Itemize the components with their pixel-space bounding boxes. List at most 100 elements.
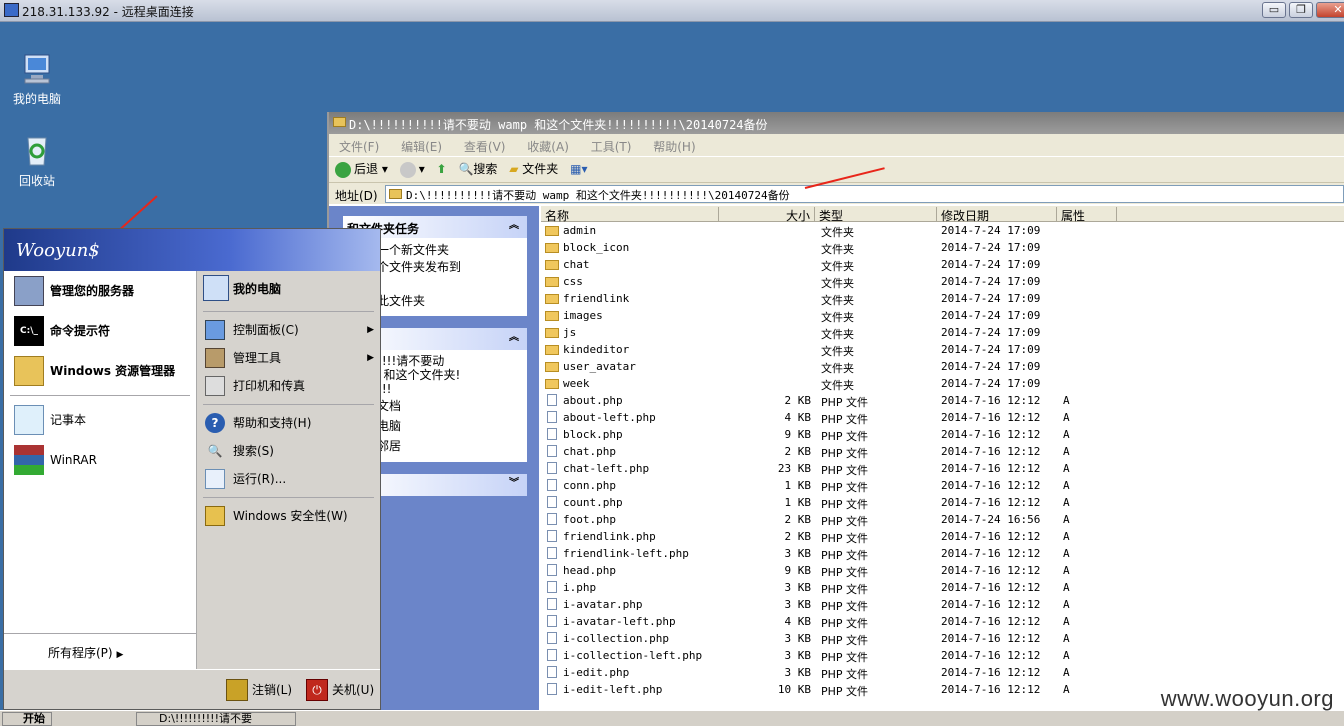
file-date: 2014-7-16 12:12 <box>941 479 1041 492</box>
file-type: PHP 文件 <box>821 549 869 562</box>
menu-tools[interactable]: 工具(T) <box>591 140 632 154</box>
file-row[interactable]: conn.php 1 KB PHP 文件 2014-7-16 12:12 A <box>541 477 1344 494</box>
folder-icon: ▰ <box>509 162 519 176</box>
up-folder-button[interactable]: ⬆ <box>437 160 447 178</box>
column-type[interactable]: 类型 <box>815 207 937 223</box>
file-attributes: A <box>1063 649 1070 662</box>
menu-item-winrar[interactable]: WinRAR <box>4 440 196 480</box>
file-row[interactable]: css 文件夹 2014-7-24 17:09 <box>541 273 1344 290</box>
file-row[interactable]: about.php 2 KB PHP 文件 2014-7-16 12:12 A <box>541 392 1344 409</box>
file-name: i-edit.php <box>563 666 630 679</box>
logoff-button[interactable]: 注销(L) <box>226 679 292 701</box>
desktop-icon-my-computer[interactable]: 我的电脑 <box>2 52 72 107</box>
file-row[interactable]: i-edit.php 3 KB PHP 文件 2014-7-16 12:12 A <box>541 664 1344 681</box>
column-size[interactable]: 大小 <box>719 207 815 223</box>
php-file-icon <box>547 513 557 525</box>
file-name: friendlink <box>563 292 630 305</box>
menu-item-control-panel[interactable]: 控制面板(C) ▶ <box>197 316 380 344</box>
menu-file[interactable]: 文件(F) <box>339 140 379 154</box>
file-size: 3 KB <box>784 666 812 679</box>
menu-item-printers[interactable]: 打印机和传真 <box>197 372 380 400</box>
views-button[interactable]: ▦▾ <box>570 160 587 178</box>
file-row[interactable]: week 文件夹 2014-7-24 17:09 <box>541 375 1344 392</box>
menu-item-windows-explorer[interactable]: Windows 资源管理器 <box>4 351 196 391</box>
search-button[interactable]: 🔍搜索 <box>458 160 497 178</box>
menu-item-help[interactable]: ? 帮助和支持(H) <box>197 409 380 437</box>
file-type: 文件夹 <box>821 362 854 375</box>
file-row[interactable]: i-avatar-left.php 4 KB PHP 文件 2014-7-16 12:… <box>541 613 1344 630</box>
file-row[interactable]: friendlink.php 2 KB PHP 文件 2014-7-16 12:12 A <box>541 528 1344 545</box>
file-row[interactable]: block_icon 文件夹 2014-7-24 17:09 <box>541 239 1344 256</box>
collapse-chevron-icon[interactable]: ︽ <box>507 331 521 345</box>
collapse-chevron-icon[interactable]: ︽ <box>507 219 521 233</box>
file-row[interactable]: js 文件夹 2014-7-24 17:09 <box>541 324 1344 341</box>
file-row[interactable]: i.php 3 KB PHP 文件 2014-7-16 12:12 A <box>541 579 1344 596</box>
menu-item-windows-security[interactable]: Windows 安全性(W) <box>197 502 380 530</box>
file-row[interactable]: friendlink-left.php 3 KB PHP 文件 2014-7-16 1… <box>541 545 1344 562</box>
close-button[interactable]: ✕ <box>1316 2 1344 18</box>
menu-item-notepad[interactable]: 记事本 <box>4 400 196 440</box>
forward-button[interactable]: ▾ <box>399 160 425 178</box>
menu-favorites[interactable]: 收藏(A) <box>527 140 569 154</box>
file-row[interactable]: chat.php 2 KB PHP 文件 2014-7-16 12:12 A <box>541 443 1344 460</box>
start-button[interactable]: 开始 <box>2 712 52 726</box>
file-row[interactable]: i-avatar.php 3 KB PHP 文件 2014-7-16 12:12 A <box>541 596 1344 613</box>
menu-view[interactable]: 查看(V) <box>464 140 506 154</box>
menu-item-server-manager[interactable]: 管理您的服务器 <box>4 271 196 311</box>
back-label: 后退 <box>354 162 379 176</box>
address-label: 地址(D) <box>335 189 378 203</box>
file-row[interactable]: about-left.php 4 KB PHP 文件 2014-7-16 12:12 A <box>541 409 1344 426</box>
file-size: 3 KB <box>784 632 812 645</box>
file-row[interactable]: friendlink 文件夹 2014-7-24 17:09 <box>541 290 1344 307</box>
all-programs-button[interactable]: 所有程序(P) ▶ <box>4 633 196 669</box>
desktop-icon-recycle-bin[interactable]: 回收站 <box>2 134 72 189</box>
file-row[interactable]: i-collection.php 3 KB PHP 文件 2014-7-16 12:1… <box>541 630 1344 647</box>
menu-item-search[interactable]: 🔍 搜索(S) <box>197 437 380 465</box>
file-date: 2014-7-24 16:56 <box>941 513 1041 526</box>
file-attributes: A <box>1063 598 1070 611</box>
file-name: about-left.php <box>563 411 656 424</box>
column-attributes[interactable]: 属性 <box>1057 207 1117 223</box>
menu-item-label: 我的电脑 <box>233 282 282 296</box>
menu-item-my-computer[interactable]: 我的电脑 <box>197 271 380 307</box>
menu-help[interactable]: 帮助(H) <box>653 140 695 154</box>
file-size: 3 KB <box>784 581 812 594</box>
file-row[interactable]: head.php 9 KB PHP 文件 2014-7-16 12:12 A <box>541 562 1344 579</box>
expand-chevron-icon[interactable]: ︾ <box>507 477 521 491</box>
restore-button[interactable]: ❐ <box>1289 2 1313 18</box>
file-date: 2014-7-16 12:12 <box>941 428 1041 441</box>
menu-item-run[interactable]: 运行(R)... <box>197 465 380 493</box>
file-row[interactable]: chat-left.php 23 KB PHP 文件 2014-7-16 12:12 A <box>541 460 1344 477</box>
file-row[interactable]: foot.php 2 KB PHP 文件 2014-7-24 16:56 A <box>541 511 1344 528</box>
back-button[interactable]: 后退 ▾ <box>335 160 388 178</box>
address-input[interactable]: D:\!!!!!!!!!!请不要动 wamp 和这个文件夹!!!!!!!!!!\… <box>385 185 1344 203</box>
file-row[interactable]: images 文件夹 2014-7-24 17:09 <box>541 307 1344 324</box>
minimize-button[interactable]: ▭ <box>1262 2 1286 18</box>
menu-item-admin-tools[interactable]: 管理工具 ▶ <box>197 344 380 372</box>
control-panel-icon <box>205 320 225 340</box>
file-row[interactable]: user_avatar 文件夹 2014-7-24 17:09 <box>541 358 1344 375</box>
file-row[interactable]: chat 文件夹 2014-7-24 17:09 <box>541 256 1344 273</box>
file-name: head.php <box>563 564 616 577</box>
folders-button[interactable]: ▰ 文件夹 <box>509 160 558 178</box>
taskbar: 开始 D:\!!!!!!!!!!请不要 <box>0 710 1344 726</box>
file-date: 2014-7-16 12:12 <box>941 649 1041 662</box>
file-row[interactable]: i-collection-left.php 3 KB PHP 文件 2014-7-16… <box>541 647 1344 664</box>
shutdown-button[interactable]: ⏻ 关机(U) <box>306 679 374 701</box>
taskbar-item-explorer[interactable]: D:\!!!!!!!!!!请不要 <box>136 712 296 726</box>
menu-item-label: 打印机和传真 <box>233 379 306 393</box>
column-date[interactable]: 修改日期 <box>937 207 1057 223</box>
file-row[interactable]: block.php 9 KB PHP 文件 2014-7-16 12:12 A <box>541 426 1344 443</box>
column-name[interactable]: 名称 <box>541 207 719 223</box>
file-type: 文件夹 <box>821 311 854 324</box>
submenu-arrow-icon: ▶ <box>367 325 374 335</box>
menu-edit[interactable]: 编辑(E) <box>401 140 442 154</box>
menu-item-command-prompt[interactable]: C:\_ 命令提示符 <box>4 311 196 351</box>
admin-tools-icon <box>205 348 225 368</box>
file-row[interactable]: count.php 1 KB PHP 文件 2014-7-16 12:12 A <box>541 494 1344 511</box>
file-row[interactable]: admin 文件夹 2014-7-24 17:09 <box>541 222 1344 239</box>
file-attributes: A <box>1063 564 1070 577</box>
file-type: 文件夹 <box>821 345 854 358</box>
file-type: PHP 文件 <box>821 515 869 528</box>
file-row[interactable]: kindeditor 文件夹 2014-7-24 17:09 <box>541 341 1344 358</box>
